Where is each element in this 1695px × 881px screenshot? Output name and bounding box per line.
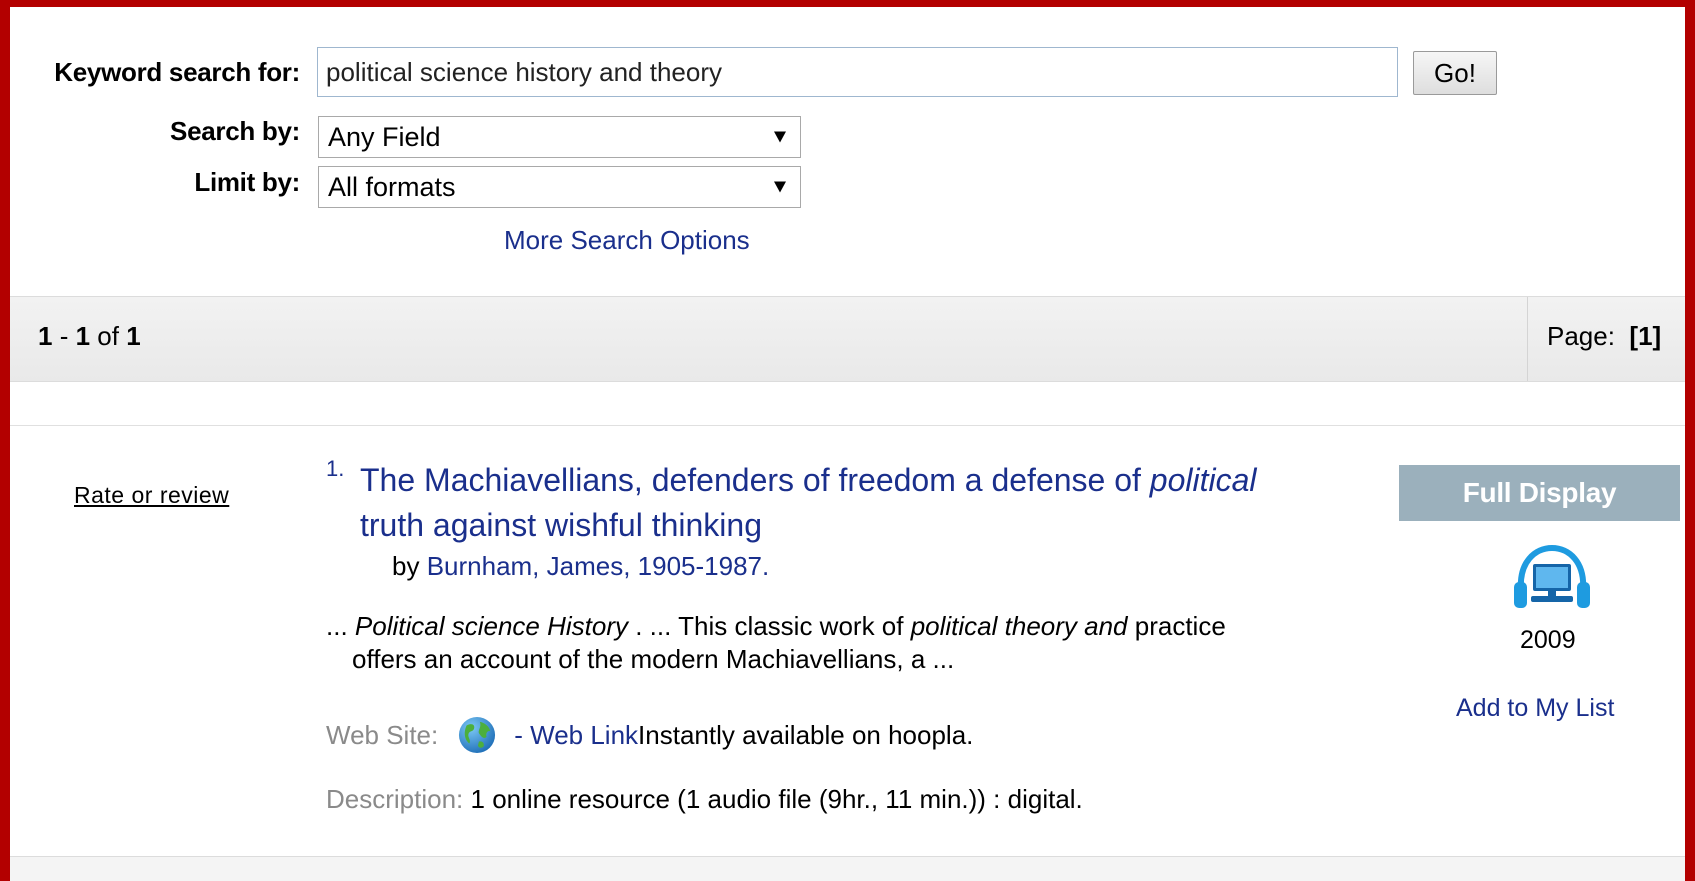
globe-icon — [459, 716, 496, 754]
record-number: 1. — [326, 456, 345, 481]
search-form: Keyword search for: Go! Search by: Any F… — [10, 7, 1685, 293]
divider — [1527, 297, 1528, 381]
limit-by-value: All formats — [328, 171, 456, 202]
page-indicator: Page: [1] — [1547, 321, 1661, 352]
range-separator: - — [52, 321, 76, 351]
snippet-highlight: political theory and — [910, 611, 1128, 641]
current-page[interactable]: 1 — [1638, 321, 1652, 351]
search-by-select[interactable]: Any Field — [318, 116, 801, 158]
website-note: Instantly available on hoopla. — [638, 719, 974, 750]
search-by-label: Search by: — [170, 116, 300, 146]
title-highlight: political — [1149, 462, 1257, 498]
dropdown-arrow-icon — [774, 131, 786, 143]
page-bracket-open: [ — [1629, 321, 1639, 351]
publication-year: 2009 — [1520, 626, 1576, 654]
add-to-my-list-link[interactable]: Add to My List — [1456, 694, 1614, 723]
page-frame: Keyword search for: Go! Search by: Any F… — [0, 0, 1695, 881]
keyword-search-label: Keyword search for: — [54, 57, 300, 87]
keyword-search-input[interactable] — [317, 47, 1398, 97]
record-description: Description: 1 online resource (1 audio … — [326, 784, 1083, 815]
snippet-text: practice — [1127, 611, 1226, 641]
description-value: 1 online resource (1 audio file (9hr., 1… — [463, 784, 1083, 814]
record-website: Web Site: - Web Link Instantly available… — [326, 716, 973, 754]
record-snippet: ... Political science History . ... This… — [326, 610, 1376, 676]
title-text: truth against wishful thinking — [360, 507, 762, 543]
next-result-strip — [10, 857, 1685, 881]
full-display-button[interactable]: Full Display — [1399, 465, 1680, 521]
range-end: 1 — [75, 321, 91, 351]
website-label: Web Site: — [326, 719, 439, 750]
more-search-options-link[interactable]: More Search Options — [504, 225, 750, 256]
results-summary-bar: 1 - 1 of 1 Page: [1] — [10, 296, 1685, 382]
audiobook-computer-headphones-icon[interactable] — [1511, 544, 1593, 616]
snippet-highlight: Political science History — [354, 611, 628, 641]
of-word: of — [90, 321, 127, 351]
rate-or-review-link[interactable]: Rate or review — [74, 482, 229, 509]
result-record: Rate or review 1. The Machiavellians, de… — [10, 426, 1685, 856]
results-total: 1 — [126, 321, 141, 351]
results-count: 1 - 1 of 1 — [38, 321, 141, 352]
web-link[interactable]: - Web Link — [514, 720, 638, 751]
limit-by-label: Limit by: — [194, 167, 300, 197]
limit-by-select[interactable]: All formats — [318, 166, 801, 208]
author-prefix: by — [392, 551, 427, 581]
snippet-text: offers an account of the modern Machiave… — [352, 644, 955, 674]
search-by-value: Any Field — [328, 121, 441, 152]
dropdown-arrow-icon — [774, 181, 786, 193]
author-link[interactable]: Burnham, James, 1905-1987. — [427, 551, 770, 581]
snippet-text: . ... This classic work of — [628, 611, 911, 641]
snippet-text: ... — [326, 611, 355, 641]
record-title-link[interactable]: The Machiavellians, defenders of freedom… — [360, 458, 1260, 548]
description-label: Description: — [326, 784, 464, 814]
range-start: 1 — [38, 321, 53, 351]
title-text: The Machiavellians, defenders of freedom… — [360, 462, 1150, 498]
go-button[interactable]: Go! — [1413, 51, 1497, 95]
page-bracket-close: ] — [1652, 321, 1662, 351]
record-author: by Burnham, James, 1905-1987. — [392, 551, 769, 582]
page-label: Page: — [1547, 321, 1615, 351]
